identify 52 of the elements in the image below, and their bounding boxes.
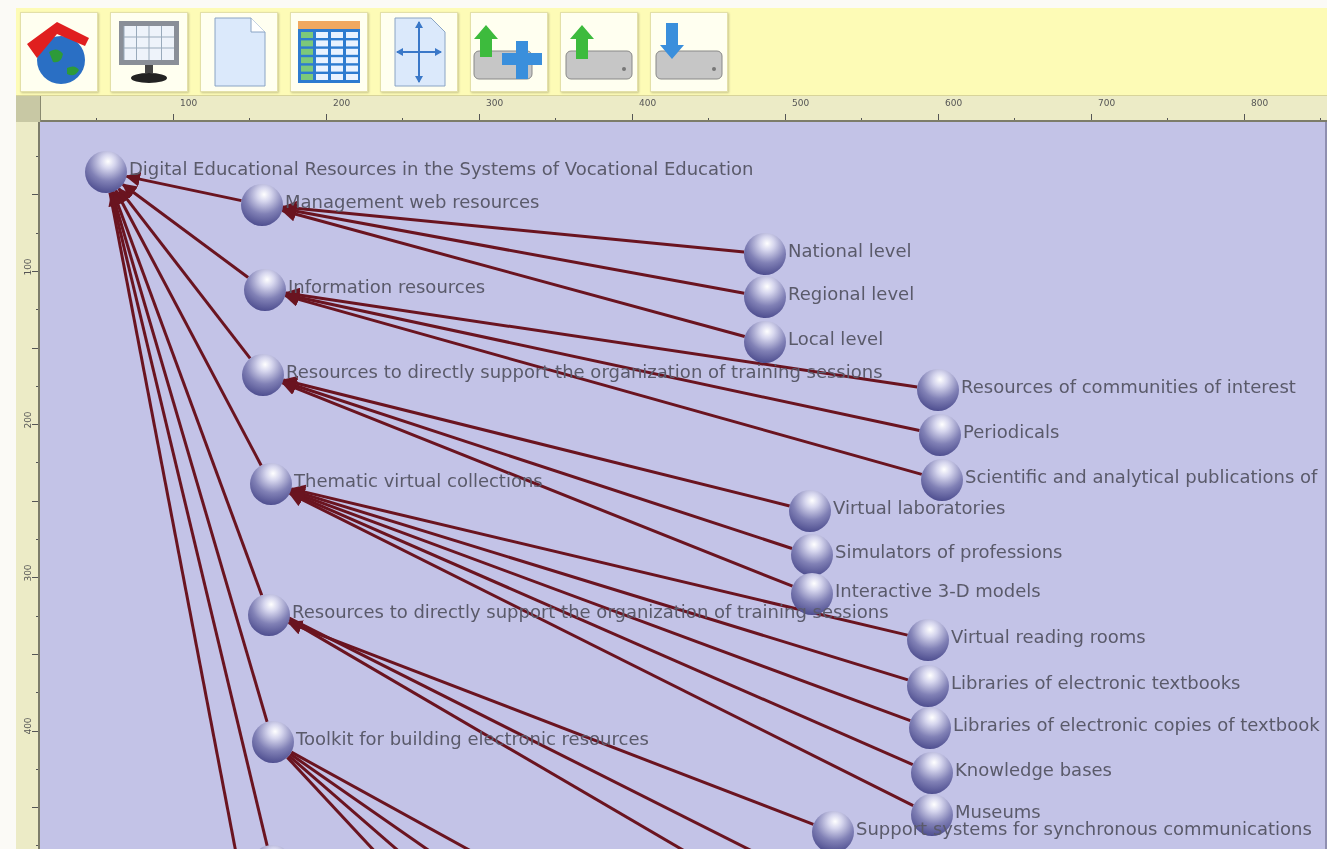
sphere-node bbox=[744, 321, 786, 363]
ruler-label: 700 bbox=[1098, 98, 1116, 108]
ruler-label: 300 bbox=[22, 564, 33, 582]
node-label: Information resources bbox=[288, 277, 486, 297]
sphere-node bbox=[789, 490, 831, 532]
sphere-node bbox=[250, 463, 292, 505]
sphere-node bbox=[917, 369, 959, 411]
node-label: Virtual reading rooms bbox=[951, 627, 1146, 647]
sphere-node bbox=[907, 619, 949, 661]
node-label: Periodicals bbox=[963, 422, 1060, 442]
drive-down-arrow-icon bbox=[652, 20, 726, 83]
node-label: Management web resources bbox=[285, 192, 540, 212]
ruler-label: 400 bbox=[639, 98, 657, 108]
node-label: National level bbox=[788, 241, 912, 261]
sphere-node bbox=[248, 594, 290, 636]
ruler-label: 600 bbox=[945, 98, 963, 108]
node-label: Resources of communities of interest bbox=[961, 377, 1296, 397]
node-label: Libraries of electronic copies of textbook bbox=[953, 715, 1320, 735]
node-label: Scientific and analytical publications of bbox=[965, 467, 1318, 487]
node-label: Regional level bbox=[788, 284, 915, 304]
node-label: Simulators of professions bbox=[835, 542, 1063, 562]
sphere-node bbox=[85, 151, 127, 193]
sphere-node bbox=[242, 354, 284, 396]
sphere-node bbox=[919, 414, 961, 456]
node-label: Interactive 3-D models bbox=[835, 581, 1041, 601]
sphere-node bbox=[812, 811, 854, 849]
node-label: Digital Educational Resources in the Systems of Vocational Education bbox=[129, 159, 754, 179]
sphere-node bbox=[744, 233, 786, 275]
ruler-label: 800 bbox=[1251, 98, 1269, 108]
node-label: Libraries of electronic textbooks bbox=[951, 673, 1241, 693]
sphere-node bbox=[907, 665, 949, 707]
sphere-node bbox=[921, 459, 963, 501]
node-label: Local level bbox=[788, 329, 884, 349]
ruler-label: 100 bbox=[180, 98, 198, 108]
node-label: Virtual laboratories bbox=[833, 498, 1006, 518]
sphere-node bbox=[244, 269, 286, 311]
sphere-node bbox=[909, 707, 951, 749]
ruler-label: 200 bbox=[22, 411, 33, 429]
ruler-label: 500 bbox=[792, 98, 810, 108]
sphere-node bbox=[791, 534, 833, 576]
ruler-label: 100 bbox=[22, 258, 33, 276]
ruler-label: 200 bbox=[333, 98, 351, 108]
ruler-corner bbox=[16, 96, 41, 122]
node-label: Knowledge bases bbox=[955, 760, 1112, 780]
ruler-label: 300 bbox=[486, 98, 504, 108]
sphere-node bbox=[744, 276, 786, 318]
ruler-label: 400 bbox=[22, 717, 33, 735]
sphere-node bbox=[252, 721, 294, 763]
sphere-node bbox=[241, 184, 283, 226]
node-label: Museums bbox=[955, 802, 1041, 822]
sphere-node bbox=[911, 752, 953, 794]
toolbar-button[interactable] bbox=[110, 11, 188, 92]
